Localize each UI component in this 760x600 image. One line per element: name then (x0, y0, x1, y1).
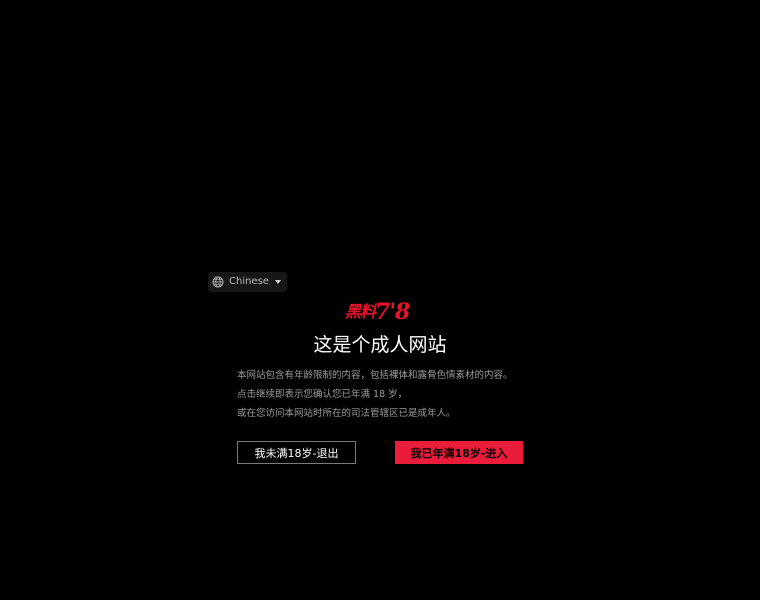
underage-exit-button[interactable]: 我未满18岁-退出 (237, 441, 356, 464)
description-line: 点击继续即表示您确认您已年满 18 岁， (237, 389, 408, 400)
language-label: Chinese (229, 276, 269, 287)
language-selector[interactable]: Chinese (208, 272, 287, 292)
logo-text-cn: 黑料 (345, 302, 376, 321)
age-gate-page: Chinese 黑料 7'8 这是个成人网站 本网站包含有年龄限制的内容，包括裸… (0, 0, 760, 600)
caret-down-icon (274, 280, 281, 284)
age-warning-description: 本网站包含有年龄限制的内容，包括裸体和露骨色情素材的内容。 点击继续即表示您确认… (237, 366, 537, 423)
logo-text-num: 7'8 (375, 299, 410, 325)
description-line: 本网站包含有年龄限制的内容，包括裸体和露骨色情素材的内容。 (237, 370, 513, 381)
site-logo: 黑料 7'8 (345, 300, 417, 324)
adult-enter-button[interactable]: 我已年满18岁-进入 (395, 441, 523, 464)
globe-icon (212, 276, 224, 288)
page-title: 这是个成人网站 (313, 334, 447, 356)
description-line: 或在您访问本网站时所在的司法管辖区已是成年人。 (237, 408, 456, 419)
